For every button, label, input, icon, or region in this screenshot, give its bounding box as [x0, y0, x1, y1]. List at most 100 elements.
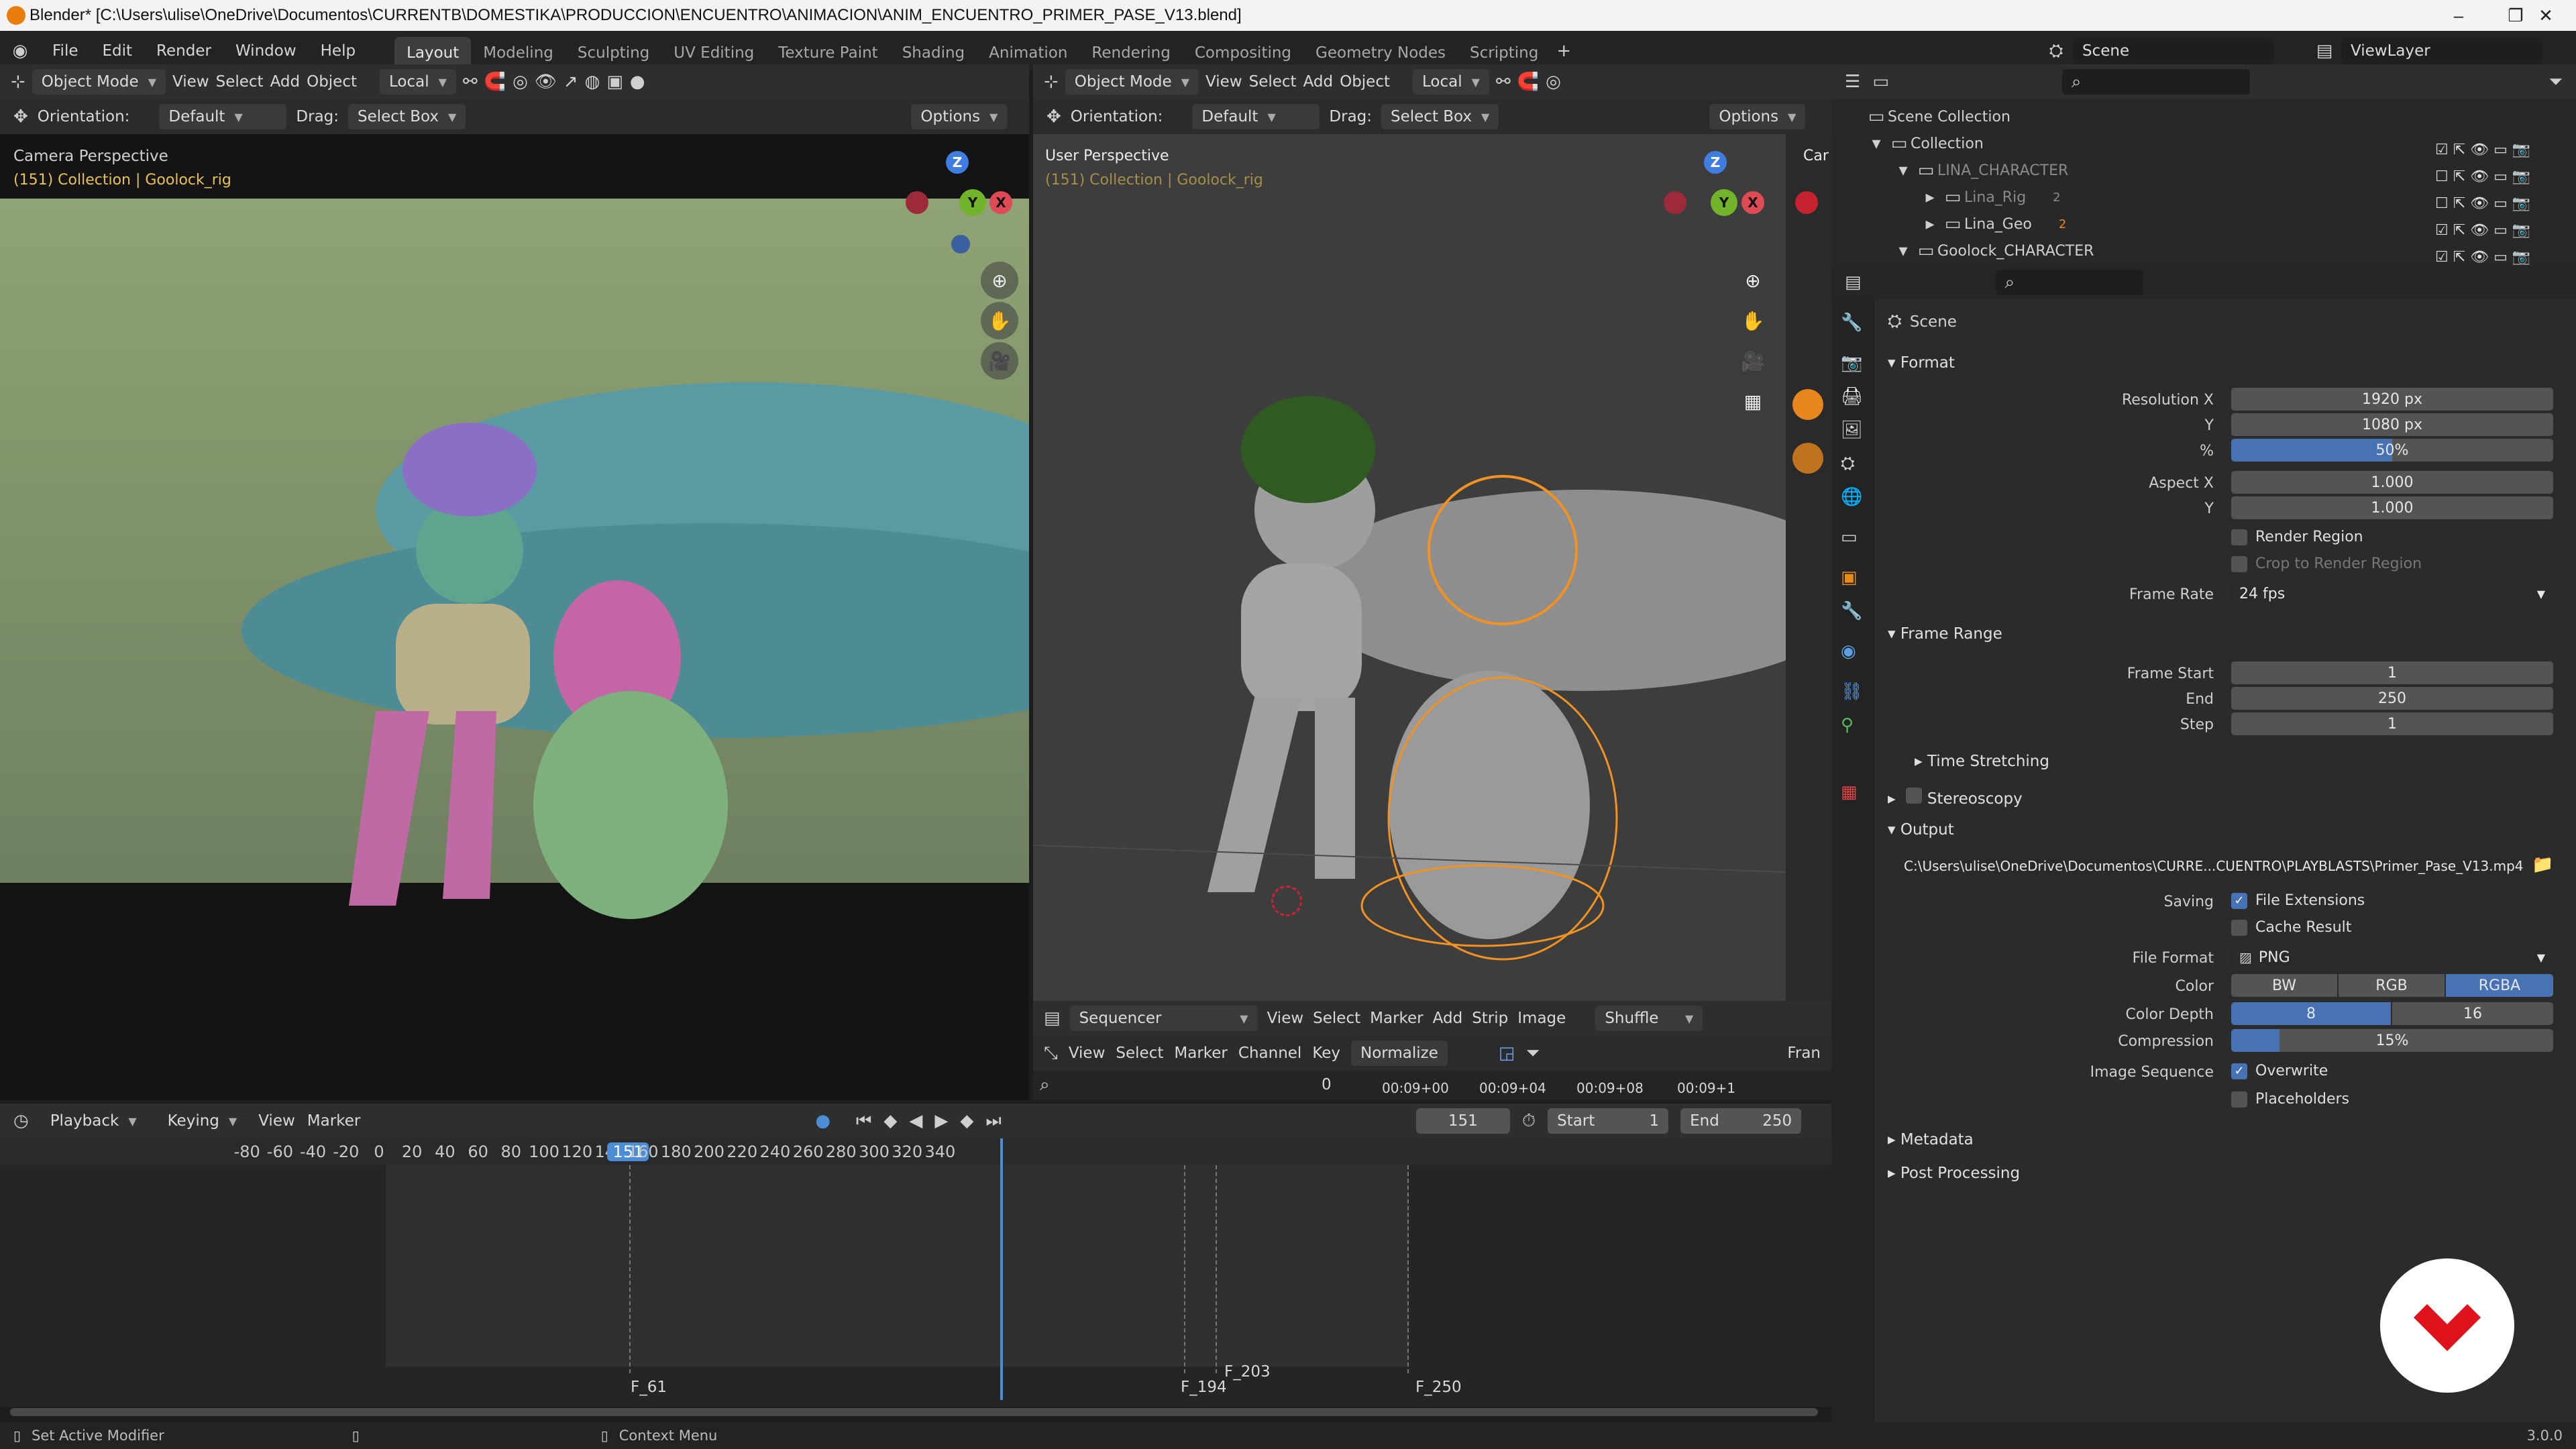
editor-type-icon[interactable]: ⊹: [11, 72, 25, 92]
menu-view[interactable]: View: [1267, 1010, 1304, 1027]
gizmo-z-icon[interactable]: Z: [1704, 151, 1727, 174]
marker-label[interactable]: F_61: [631, 1379, 667, 1396]
menu-key[interactable]: Key: [1312, 1044, 1340, 1062]
play-icon[interactable]: ▶: [934, 1111, 948, 1131]
output-path-field[interactable]: C:\Users\ulise\OneDrive\Documentos\CURRE…: [1896, 855, 2526, 877]
move-tool-icon[interactable]: ✥: [1046, 107, 1061, 127]
search-icon[interactable]: ⌕: [1040, 1075, 1050, 1095]
data-tab-icon[interactable]: ⚲: [1841, 715, 1854, 735]
search-input[interactable]: ⌕: [2061, 69, 2250, 95]
menu-select[interactable]: Select: [216, 73, 264, 91]
stopwatch-icon[interactable]: ⏱: [1522, 1111, 1536, 1132]
start-frame-field[interactable]: Start 1: [1548, 1108, 1669, 1134]
gizmo-y-icon[interactable]: Y: [959, 189, 986, 216]
menu-view[interactable]: View: [1069, 1044, 1106, 1062]
tool-tab-icon[interactable]: 🔧: [1841, 313, 1862, 333]
marker-label[interactable]: F_250: [1415, 1379, 1462, 1396]
color-bw-button[interactable]: BW: [2231, 974, 2337, 997]
output-tab-icon[interactable]: 🖨: [1841, 386, 1863, 407]
sequencer-dropdown[interactable]: Sequencer ▼: [1069, 1006, 1258, 1031]
right-viewport[interactable]: User Perspective (151) Collection | Gool…: [1033, 134, 1786, 1001]
camera-toggle-icon[interactable]: 🎥: [981, 342, 1018, 380]
options-dropdown[interactable]: Options ▼: [911, 104, 1008, 129]
menu-select[interactable]: Select: [1249, 73, 1297, 91]
x-axis-icon[interactable]: [1795, 191, 1818, 214]
compression-slider[interactable]: 15%: [2231, 1029, 2553, 1052]
object-mode-dropdown[interactable]: Object Mode ▼: [32, 69, 166, 95]
menu-add[interactable]: Add: [1433, 1010, 1463, 1027]
color-depth-16-button[interactable]: 16: [2392, 1002, 2553, 1025]
properties-editor-icon[interactable]: ▤: [1845, 272, 1862, 292]
gizmo-neg-x-icon[interactable]: [906, 191, 928, 214]
menu-select[interactable]: Select: [1116, 1044, 1163, 1062]
frame-range-panel-header[interactable]: ▾ Frame Range: [1888, 625, 2002, 643]
expand-icon[interactable]: ▾: [1865, 133, 1888, 154]
object-mode-dropdown[interactable]: Object Mode ▼: [1065, 69, 1199, 95]
next-keyframe-icon[interactable]: ◆: [960, 1111, 973, 1131]
light-icon[interactable]: [1792, 389, 1823, 420]
drag-dropdown[interactable]: Select Box ▼: [348, 104, 466, 129]
editor-type-icon[interactable]: ▤: [1044, 1008, 1061, 1028]
gizmo-y-icon[interactable]: Y: [1711, 189, 1737, 216]
timeline-ruler[interactable]: -80-60-40-200204060801001201401511601802…: [0, 1138, 1831, 1165]
camera-toggle-icon[interactable]: 🎥: [1734, 342, 1772, 380]
color-rgb-button[interactable]: RGB: [2339, 974, 2445, 997]
scene-name-field[interactable]: Scene: [2073, 38, 2274, 64]
outliner-row-scene-collection[interactable]: ▭ Scene Collection: [1831, 103, 2576, 130]
constraint-tab-icon[interactable]: ⛓: [1841, 682, 1863, 702]
snap-icon[interactable]: 🧲: [484, 72, 506, 92]
gizmo-neg-x-icon[interactable]: [1664, 191, 1686, 214]
keying-menu[interactable]: Keying ▼: [158, 1108, 247, 1134]
shading-solid-icon[interactable]: ●: [630, 72, 645, 92]
gizmo-x-icon[interactable]: X: [989, 191, 1012, 214]
transform-space-dropdown[interactable]: Local ▼: [1413, 69, 1489, 95]
normalize-toggle[interactable]: Normalize: [1351, 1040, 1448, 1066]
texture-tab-icon[interactable]: ▦: [1841, 782, 1858, 802]
overlay-icon[interactable]: ◍: [585, 72, 600, 92]
timeline-editor-icon[interactable]: ◷: [13, 1111, 29, 1131]
move-tool-icon[interactable]: ✥: [13, 107, 28, 127]
post-processing-panel-header[interactable]: ▸ Post Processing: [1888, 1165, 2020, 1182]
expand-icon[interactable]: ▸: [1919, 187, 1941, 207]
only-selected-icon[interactable]: ◲: [1499, 1043, 1515, 1063]
scene-selector[interactable]: ⛭ Scene: [2039, 36, 2274, 66]
overwrite-checkbox[interactable]: ✓ Overwrite: [2231, 1063, 2328, 1079]
menu-strip[interactable]: Strip: [1472, 1010, 1508, 1027]
options-dropdown[interactable]: Options ▼: [1709, 104, 1806, 129]
shuffle-dropdown[interactable]: Shuffle ▼: [1595, 1006, 1703, 1031]
pan-hand-icon[interactable]: ✋: [981, 302, 1018, 339]
frame-menu[interactable]: Fran: [1787, 1044, 1831, 1062]
metadata-panel-header[interactable]: ▸ Metadata: [1888, 1131, 1974, 1148]
end-frame-field[interactable]: End 250: [1680, 1108, 1802, 1134]
visibility-icon[interactable]: 👁: [535, 72, 557, 92]
menu-add[interactable]: Add: [1303, 73, 1334, 91]
display-mode-icon[interactable]: ▭: [1872, 72, 1889, 92]
color-depth-8-button[interactable]: 8: [2231, 1002, 2391, 1025]
play-reverse-icon[interactable]: ◀: [909, 1111, 922, 1131]
close-icon[interactable]: ✕: [2516, 0, 2576, 31]
color-rgba-button[interactable]: RGBA: [2446, 974, 2553, 997]
menu-image[interactable]: Image: [1517, 1010, 1566, 1027]
record-icon[interactable]: ●: [815, 1111, 830, 1131]
playhead-line[interactable]: [1000, 1138, 1003, 1400]
menu-marker[interactable]: Marker: [1370, 1010, 1424, 1027]
timeline-body[interactable]: F_61 F_194 F_203 F_250: [0, 1138, 1831, 1416]
jump-end-icon[interactable]: ⏭: [985, 1111, 1001, 1132]
crop-region-checkbox[interactable]: Crop to Render Region: [2231, 555, 2422, 572]
pivot-icon[interactable]: ⚯: [1496, 72, 1511, 92]
transform-space-dropdown[interactable]: Local ▼: [380, 69, 456, 95]
outliner-visibility-toggles[interactable]: ☑ ⇱ 👁 ▭ 📷 ☐ ⇱ 👁 ▭ 📷 ☐ ⇱ 👁 ▭ 📷 ☑ ⇱ 👁 ▭ 📷 ☑ ⇱ …: [2435, 137, 2569, 266]
material-icon[interactable]: [1792, 443, 1823, 474]
marker-label[interactable]: F_194: [1181, 1379, 1227, 1396]
graph-editor-icon[interactable]: ⤡: [1044, 1043, 1058, 1064]
menu-select[interactable]: Select: [1313, 1010, 1360, 1027]
gizmo-z-icon[interactable]: Z: [946, 151, 969, 174]
proportional-edit-icon[interactable]: ◎: [513, 72, 528, 92]
viewlayer-name-field[interactable]: ViewLayer: [2341, 38, 2542, 64]
folder-icon[interactable]: 📁: [2532, 855, 2553, 875]
xray-icon[interactable]: ▣: [606, 72, 623, 92]
pivot-icon[interactable]: ⚯: [463, 72, 478, 92]
world-tab-icon[interactable]: 🌐: [1841, 487, 1862, 507]
resolution-percent-slider[interactable]: 50%: [2231, 439, 2553, 462]
gizmo-x-icon[interactable]: X: [1741, 191, 1764, 214]
